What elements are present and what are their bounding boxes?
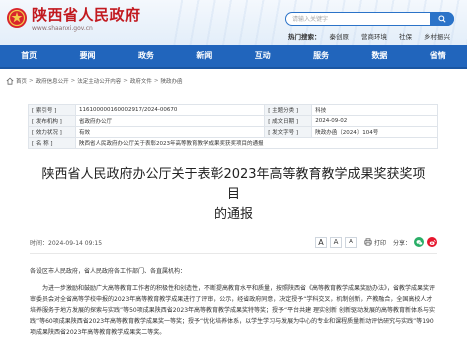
- site-logo[interactable]: 陕西省人民政府 www.shaanxi.gov.cn: [6, 7, 141, 32]
- print-icon: [364, 238, 372, 246]
- search-input[interactable]: [292, 13, 432, 25]
- search-button[interactable]: [430, 12, 454, 26]
- search-icon: [438, 15, 446, 23]
- hot-search-link[interactable]: 乡村振兴: [424, 31, 450, 41]
- site-header: 陕西省人民政府 www.shaanxi.gov.cn 热门搜索： 秦创原 营商环…: [0, 0, 467, 45]
- nav-news-highlights[interactable]: 要闻: [58, 45, 116, 67]
- print-label: 打印: [373, 239, 386, 247]
- meta-label: [ 名 称 ]: [28, 137, 76, 149]
- breadcrumb-item[interactable]: 法定主动公开内容: [77, 77, 121, 85]
- nav-news[interactable]: 新闻: [175, 45, 233, 67]
- wechat-icon: [416, 239, 423, 245]
- written-date-value: 2024-09-02: [311, 115, 438, 127]
- main-nav: 首页 要闻 政务 新闻 互动 服务 数据 省情: [0, 45, 467, 69]
- body-paragraph: 为进一步激励和鼓励广大高等教育工作者的积极性和创造性，不断提高教育水平和质量，按…: [30, 285, 436, 336]
- nav-province-info[interactable]: 省情: [409, 45, 467, 67]
- breadcrumb-item[interactable]: 首页: [16, 77, 27, 85]
- meta-label: [ 主题分类 ]: [264, 104, 313, 116]
- meta-label: [ 成文日期 ]: [264, 115, 313, 127]
- font-size-small-button[interactable]: A: [344, 236, 357, 248]
- nav-interaction[interactable]: 互动: [234, 45, 292, 67]
- publisher-value: 省政府办公厅: [74, 115, 266, 127]
- wechat-share-button[interactable]: [414, 237, 424, 247]
- validity-value: 有效: [74, 126, 266, 138]
- breadcrumb-item[interactable]: 陕政办函: [161, 77, 183, 85]
- national-emblem-icon: [7, 8, 27, 28]
- weibo-share-button[interactable]: [427, 237, 437, 247]
- document-title-line: 的通报: [213, 207, 253, 222]
- table-row: [ 效力状况 ] 有效 [ 发文字号 ] 陕政办函〔2024〕104号: [28, 126, 438, 138]
- document-meta-table: [ 索引号 ] 11610000016000291​7/2024-00670 […: [28, 104, 438, 149]
- document-toolbar: 时间：2024-09-14 09:15 A A A 打印 分享：: [30, 235, 437, 254]
- weibo-icon: [429, 239, 435, 245]
- hot-search-link[interactable]: 社保: [399, 31, 412, 41]
- share-label: 分享：: [392, 239, 411, 247]
- table-row: [ 发布机构 ] 省政府办公厅 [ 成文日期 ] 2024-09-02: [28, 115, 438, 127]
- site-title: 陕西省人民政府: [32, 6, 141, 24]
- font-size-medium-button[interactable]: A: [329, 236, 342, 248]
- document-title-line: 陕西省人民政府办公厅关于表彰2023年高等教育教学成果奖获奖项目: [41, 167, 426, 202]
- document-body: 各设区市人民政府，省人民政府各工作部门、各直属机构： 为进一步激励和鼓励广大高等…: [30, 266, 437, 338]
- nav-home[interactable]: 首页: [0, 45, 58, 67]
- search-box: [285, 12, 454, 26]
- topic-value: 科技: [311, 104, 438, 116]
- name-value: 陕西省人民政府办公厅关于表彰2023年高等教育教学成果奖获奖项目的通报: [75, 137, 438, 149]
- breadcrumb: 首页 > 政府信息公开 > 法定主动公开内容 > 政府文件 > 陕政办函: [0, 69, 467, 93]
- meta-label: [ 索引号 ]: [28, 104, 76, 116]
- nav-government-affairs[interactable]: 政务: [117, 45, 175, 67]
- nav-data[interactable]: 数据: [350, 45, 408, 67]
- index-no-value: 11610000016000291​7/2024-00670: [74, 104, 266, 116]
- site-url: www.shaanxi.gov.cn: [32, 25, 93, 32]
- breadcrumb-item[interactable]: 政府文件: [130, 77, 152, 85]
- doc-no-value: 陕政办函〔2024〕104号: [311, 126, 438, 138]
- font-size-large-button[interactable]: A: [314, 236, 327, 248]
- hot-search-link[interactable]: 秦创原: [330, 31, 350, 41]
- home-icon: [6, 77, 14, 85]
- print-button[interactable]: 打印: [364, 238, 386, 247]
- breadcrumb-item[interactable]: 政府信息公开: [36, 77, 69, 85]
- meta-label: [ 效力状况 ]: [28, 126, 76, 138]
- meta-label: [ 发布机构 ]: [28, 115, 76, 127]
- nav-services[interactable]: 服务: [292, 45, 350, 67]
- document-title: 陕西省人民政府办公厅关于表彰2023年高等教育教学成果奖获奖项目 的通报: [38, 165, 429, 225]
- hot-search-link[interactable]: 营商环境: [361, 31, 387, 41]
- salutation: 各设区市人民政府，省人民政府各工作部门、各直属机构：: [30, 268, 187, 275]
- hot-search-label: 热门搜索：: [288, 33, 321, 41]
- meta-label: [ 发文字号 ]: [264, 126, 313, 138]
- table-row: [ 索引号 ] 11610000016000291​7/2024-00670 […: [28, 104, 438, 116]
- hot-searches: 热门搜索： 秦创原 营商环境 社保 乡村振兴: [288, 31, 462, 41]
- table-row: [ 名 称 ] 陕西省人民政府办公厅关于表彰2023年高等教育教学成果奖获奖项目…: [28, 137, 438, 149]
- publish-time: 时间：2024-09-14 09:15: [30, 239, 103, 247]
